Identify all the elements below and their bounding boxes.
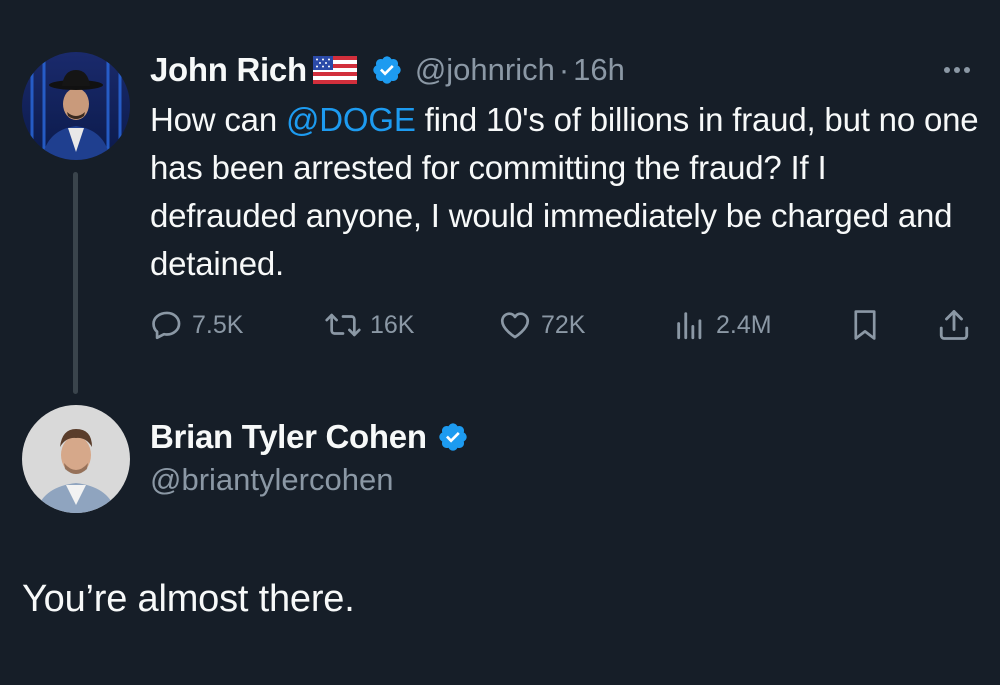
more-options-icon[interactable] [940, 58, 974, 82]
author-handle[interactable]: @johnrich [415, 52, 555, 88]
thread-connector [73, 172, 78, 394]
heart-icon [500, 312, 530, 339]
view-count: 2.4M [716, 310, 772, 339]
like-count: 72K [541, 310, 586, 339]
reply-text: You’re almost there. [22, 578, 355, 620]
verified-badge-icon [373, 56, 401, 84]
tweet-thread: John Rich @johnrich · 16h How can @DOGE … [0, 0, 1000, 685]
tweet-actions: 7.5K 16K 72K 2.4M [150, 303, 980, 347]
avatar-brian-tyler-cohen[interactable] [22, 405, 130, 513]
repost-button[interactable]: 16K [324, 303, 414, 347]
avatar-image [22, 405, 130, 513]
reply-author-name[interactable]: Brian Tyler Cohen [150, 418, 427, 456]
reply-button[interactable]: 7.5K [150, 303, 243, 347]
reply-header: Brian Tyler Cohen [150, 414, 469, 460]
repost-count: 16K [370, 310, 415, 339]
analytics-icon [677, 312, 702, 340]
reply-count: 7.5K [192, 310, 244, 339]
avatar-john-rich[interactable] [22, 52, 130, 160]
bookmark-icon [854, 310, 876, 340]
mention-link[interactable]: @DOGE [286, 101, 416, 138]
header-separator: · [558, 52, 570, 87]
us-flag-icon [312, 56, 357, 84]
share-icon [939, 310, 969, 340]
bookmark-button[interactable] [848, 303, 890, 347]
avatar-image [22, 52, 130, 160]
tweet-timestamp[interactable]: 16h [573, 52, 625, 88]
author-name[interactable]: John Rich [150, 51, 307, 89]
reply-icon [152, 311, 181, 340]
tweet-text-start: How can [150, 101, 286, 138]
repost-icon [325, 313, 361, 337]
reply-author-handle[interactable]: @briantylercohen [150, 462, 393, 498]
tweet-header: John Rich @johnrich · 16h [150, 48, 625, 92]
tweet-text: How can @DOGE find 10's of billions in f… [150, 96, 980, 288]
share-button[interactable] [936, 303, 980, 347]
views-button[interactable]: 2.4M [672, 303, 772, 347]
verified-badge-icon [439, 423, 467, 451]
like-button[interactable]: 72K [497, 303, 585, 347]
